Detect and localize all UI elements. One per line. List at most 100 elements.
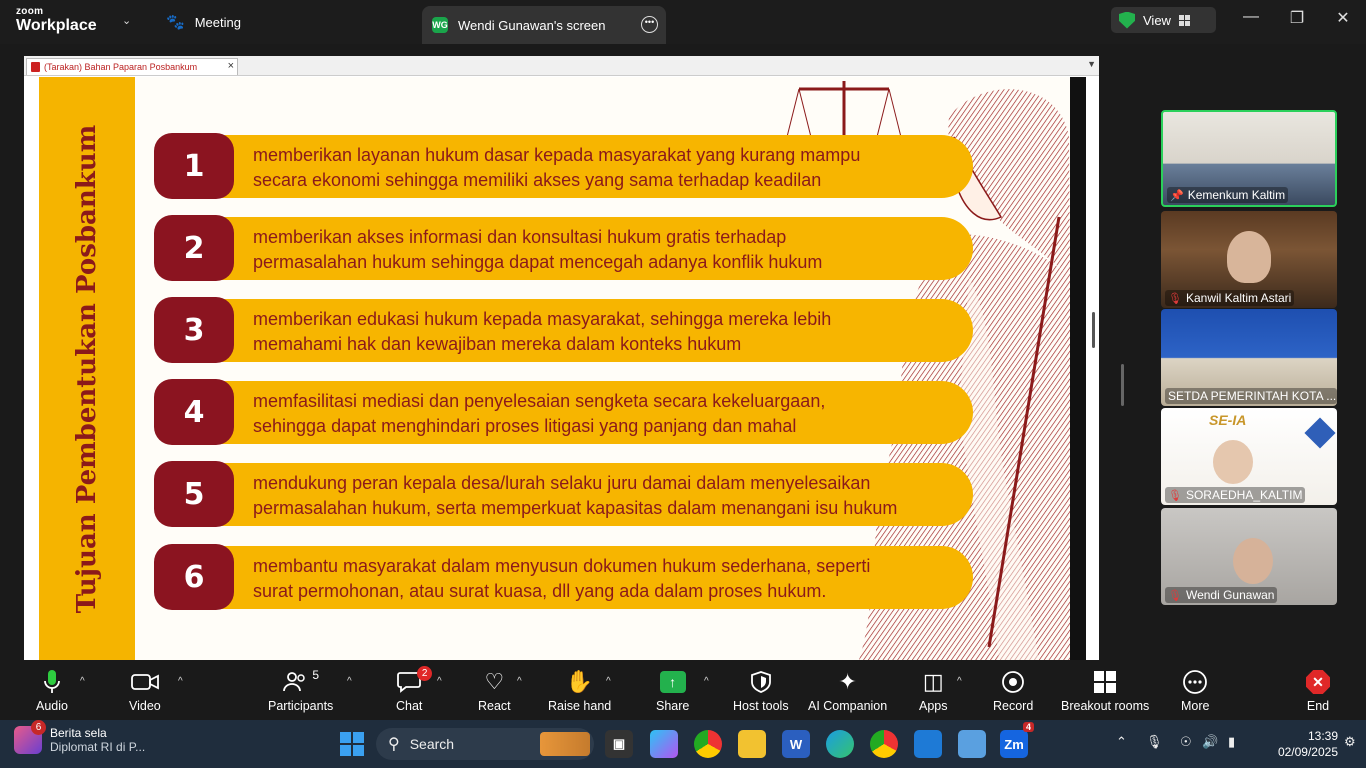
chevron-up-icon[interactable]: ⌃ <box>1116 734 1127 750</box>
speaker-icon[interactable]: 🔊 <box>1202 734 1218 750</box>
participant-face <box>1213 440 1253 484</box>
participant-tile[interactable]: 🎙 Wendi Gunawan <box>1161 508 1337 605</box>
apps-options-caret[interactable]: ^ <box>957 676 962 687</box>
splitter-handle[interactable] <box>1092 312 1095 348</box>
mic-off-icon: 🎙 <box>1168 489 1182 502</box>
participant-tile[interactable]: SE-IA 🎙 SORAEDHA_KALTIM <box>1161 408 1337 505</box>
minimize-icon[interactable]: — <box>1236 8 1266 26</box>
system-clock[interactable]: 13:39 02/09/2025 <box>1262 728 1338 760</box>
breakout-rooms-label: Breakout rooms <box>1061 699 1150 713</box>
taskbar-search[interactable]: ⚲ Search <box>376 728 594 760</box>
more-label: More <box>1181 699 1210 713</box>
slide-title: Tujuan Pembentukan Posbankum <box>72 124 102 614</box>
document-tab[interactable]: (Tarakan) Bahan Paparan Posbankum × <box>26 58 238 75</box>
apps-button[interactable]: ◫ Apps <box>919 668 948 713</box>
participant-name-tag: 🎙 Wendi Gunawan <box>1165 587 1278 603</box>
item-number: 3 <box>154 297 234 363</box>
chevron-down-icon[interactable]: ⌄ <box>122 14 131 27</box>
chat-options-caret[interactable]: ^ <box>437 676 442 687</box>
record-button[interactable]: Record <box>993 668 1033 713</box>
item-text-line: memberikan akses informasi dan konsultas… <box>253 227 787 247</box>
news-icon: 6 <box>14 720 46 754</box>
chat-icon: 2 <box>397 666 433 696</box>
raise-hand-label: Raise hand <box>548 699 612 713</box>
windows-start-icon[interactable] <box>340 732 364 756</box>
copilot-icon[interactable] <box>650 730 678 758</box>
shield-icon <box>1119 11 1135 29</box>
video-options-caret[interactable]: ^ <box>178 676 183 687</box>
share-options-caret[interactable]: ^ <box>704 676 709 687</box>
more-button[interactable]: More <box>1181 668 1209 713</box>
file-explorer-icon[interactable] <box>738 730 766 758</box>
chat-button[interactable]: 2 Chat <box>396 666 433 713</box>
mic-tray-icon[interactable]: 🎙 <box>1146 734 1163 750</box>
news-badge: 6 <box>31 720 46 735</box>
tab-shared-screen[interactable]: WG Wendi Gunawan's screen ••• <box>422 6 666 44</box>
apps-icon: ◫ <box>922 669 944 694</box>
clock-date: 02/09/2025 <box>1277 745 1338 759</box>
zoom-taskbar-icon[interactable]: Zm 4 <box>1000 722 1034 758</box>
participant-name: Kanwil Kaltim Astari <box>1185 291 1292 305</box>
document-tab-title: (Tarakan) Bahan Paparan Posbankum <box>44 62 198 72</box>
restore-icon[interactable]: ❐ <box>1282 8 1312 28</box>
network-map-icon[interactable] <box>958 730 986 758</box>
photos-icon[interactable] <box>914 730 942 758</box>
share-button[interactable]: ↑ Share <box>656 668 689 713</box>
video-button[interactable]: Video <box>129 668 161 713</box>
list-item: 5 mendukung peran kepala desa/lurah sela… <box>154 461 973 527</box>
notification-icon[interactable]: ⚙ <box>1344 734 1356 750</box>
participant-name: SETDA PEMERINTAH KOTA ... <box>1168 389 1337 403</box>
list-item: 4 memfasilitasi mediasi dan penyelesaian… <box>154 379 973 445</box>
word-icon[interactable]: W <box>782 730 810 758</box>
tab-meeting[interactable]: 🐾 Meeting <box>166 0 241 44</box>
chrome-icon[interactable] <box>694 730 722 758</box>
wifi-icon[interactable]: ☉ <box>1180 734 1192 750</box>
audio-label: Audio <box>36 699 68 713</box>
react-options-caret[interactable]: ^ <box>517 676 522 687</box>
video-camera-icon <box>130 668 159 696</box>
item-text-line: permasalahan hukum, serta memperkuat kap… <box>253 498 898 518</box>
participant-name-tag: SETDA PEMERINTAH KOTA ... <box>1165 388 1337 404</box>
chrome-profile-icon[interactable] <box>870 730 898 758</box>
share-screen-icon: ↑ <box>659 668 686 696</box>
item-number: 4 <box>154 379 234 445</box>
participant-name: Wendi Gunawan <box>1185 588 1275 602</box>
document-tab-bar: (Tarakan) Bahan Paparan Posbankum × ▼ <box>24 56 1099 76</box>
record-label: Record <box>993 699 1034 713</box>
more-options-icon[interactable]: ••• <box>641 16 658 33</box>
close-icon[interactable]: ✕ <box>1328 8 1358 28</box>
participant-face <box>1233 538 1273 584</box>
clock-time: 13:39 <box>1307 729 1338 743</box>
news-widget[interactable]: 6 Berita sela Diplomat RI di P... <box>14 720 145 754</box>
mic-off-icon: 🎙 <box>1168 292 1182 305</box>
participants-label: Participants <box>268 699 334 713</box>
close-tab-icon[interactable]: × <box>228 60 234 72</box>
view-button[interactable]: View <box>1111 7 1216 33</box>
edge-icon[interactable] <box>826 730 854 758</box>
windows-taskbar: 6 Berita sela Diplomat RI di P... ⚲ Sear… <box>0 720 1366 768</box>
chevron-down-icon[interactable]: ▼ <box>1087 59 1096 69</box>
task-view-icon[interactable]: ▣ <box>605 730 633 758</box>
end-button[interactable]: ✕ End <box>1306 668 1330 713</box>
participant-tile[interactable]: SETDA PEMERINTAH KOTA ... <box>1161 309 1337 406</box>
participant-tile[interactable]: 🎙 Kanwil Kaltim Astari <box>1161 211 1337 308</box>
list-item: 3 memberikan edukasi hukum kepada masyar… <box>154 297 973 363</box>
battery-icon[interactable]: ▮ <box>1228 734 1235 750</box>
zoom-logo[interactable]: zoom Workplace <box>16 7 97 34</box>
more-icon <box>1182 668 1208 696</box>
ai-companion-button[interactable]: ✦ AI Companion <box>808 668 887 713</box>
participants-button[interactable]: 5 Participants <box>268 668 333 713</box>
audio-options-caret[interactable]: ^ <box>80 676 85 687</box>
host-tools-button[interactable]: Host tools <box>733 668 789 713</box>
audio-button[interactable]: Audio <box>36 668 68 713</box>
raise-hand-options-caret[interactable]: ^ <box>606 676 611 687</box>
list-item: 2 memberikan akses informasi dan konsult… <box>154 215 973 281</box>
panel-resize-handle[interactable] <box>1121 364 1124 406</box>
mic-off-icon: 🎙 <box>1168 589 1182 602</box>
breakout-rooms-button[interactable]: Breakout rooms <box>1061 668 1149 713</box>
participants-options-caret[interactable]: ^ <box>347 676 352 687</box>
react-button[interactable]: ♡ React <box>478 668 511 713</box>
participant-tile[interactable]: 📌 Kemenkum Kaltim <box>1161 110 1337 207</box>
raise-hand-button[interactable]: ✋ Raise hand <box>548 668 611 713</box>
apps-label: Apps <box>919 699 948 713</box>
